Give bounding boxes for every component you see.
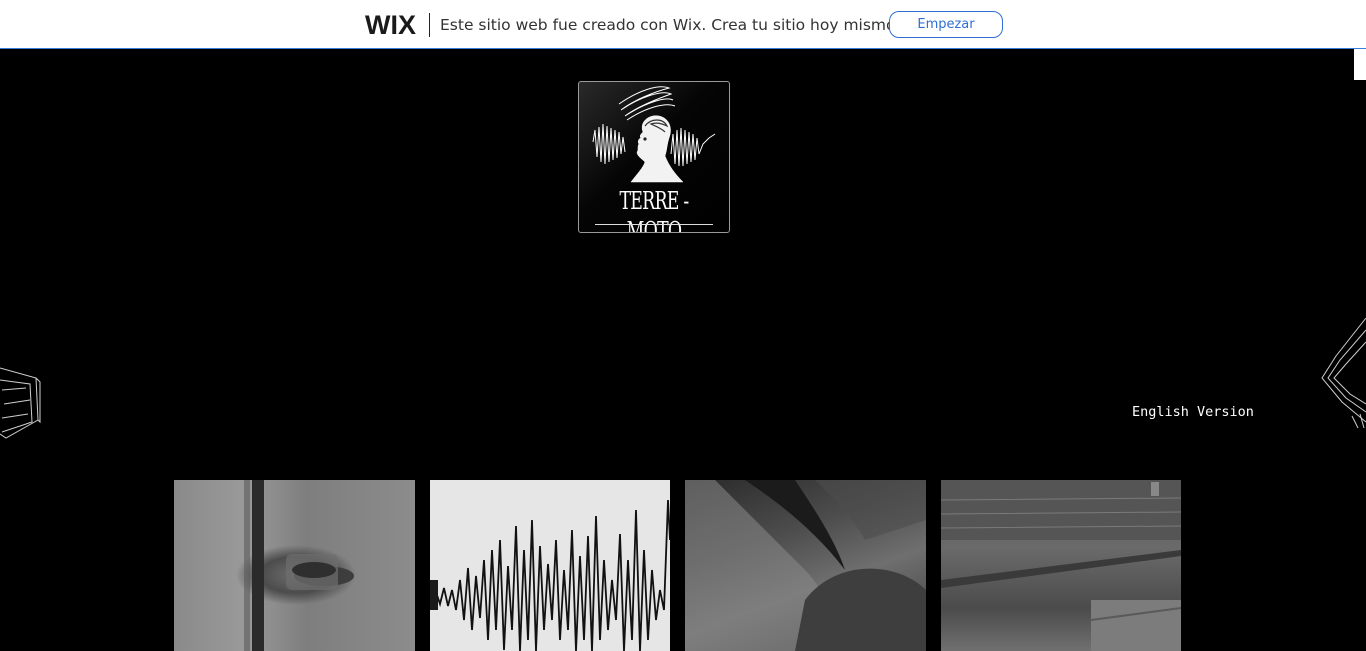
logo-title: TERRE - MOTO <box>619 187 689 233</box>
logo-underline <box>595 224 713 225</box>
banner-divider <box>429 13 430 37</box>
interior-image <box>941 480 1181 651</box>
wix-banner: WIX Este sitio web fue creado con Wix. C… <box>0 0 1366 49</box>
right-sketch-decoration <box>1321 317 1366 429</box>
gallery-image-door-handle[interactable] <box>174 480 415 651</box>
gallery-image-seismograph[interactable] <box>430 480 670 651</box>
head-illustration-icon <box>592 86 716 183</box>
site-logo[interactable]: TERRE - MOTO <box>578 81 730 233</box>
gallery-image-portrait[interactable] <box>685 480 926 651</box>
portrait-image <box>685 480 926 651</box>
door-handle-image <box>244 480 354 651</box>
banner-message: Este sitio web fue creado con Wix. Crea … <box>440 16 901 34</box>
scroll-strip <box>1354 49 1366 80</box>
left-sketch-decoration <box>0 367 41 439</box>
english-version-link[interactable]: English Version <box>1132 404 1254 420</box>
wix-logo[interactable]: WIX <box>365 10 416 40</box>
start-button[interactable]: Empezar <box>889 11 1003 38</box>
seismograph-image <box>430 499 670 651</box>
gallery-image-interior[interactable] <box>941 480 1181 651</box>
